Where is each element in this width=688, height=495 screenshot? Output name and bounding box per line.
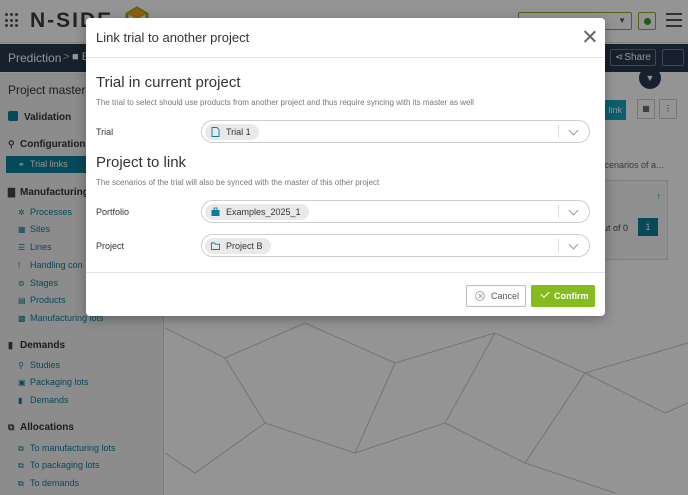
project-label: Project	[96, 241, 125, 251]
project-chip-label: Project B	[226, 241, 263, 251]
project-select[interactable]: Project B	[201, 234, 590, 257]
dialog-title: Link trial to another project	[96, 30, 250, 45]
cancel-label: Cancel	[491, 291, 520, 301]
file-icon	[211, 127, 220, 137]
confirm-button[interactable]: Confirm	[531, 285, 595, 307]
select-divider	[558, 239, 559, 252]
cancel-icon	[475, 291, 485, 301]
select-divider	[558, 205, 559, 218]
chevron-down-icon[interactable]	[568, 239, 579, 250]
section-title-trial: Trial in current project	[96, 74, 241, 91]
chevron-down-icon[interactable]	[568, 205, 579, 216]
check-icon	[540, 288, 550, 299]
cancel-button[interactable]: Cancel	[466, 285, 526, 307]
chevron-down-icon[interactable]	[568, 125, 579, 136]
briefcase-icon	[211, 207, 220, 216]
trial-chip-label: Trial 1	[226, 127, 251, 137]
trial-chip: Trial 1	[205, 124, 259, 140]
section-title-project: Project to link	[96, 154, 187, 171]
section-description-trial: The trial to select should use products …	[96, 98, 474, 107]
portfolio-select[interactable]: Examples_2025_1	[201, 200, 590, 223]
dialog-footer: Cancel Confirm	[86, 272, 605, 316]
select-divider	[558, 125, 559, 138]
section-description-project: The scenarios of the trial will also be …	[96, 178, 380, 187]
confirm-label: Confirm	[554, 291, 589, 301]
trial-label: Trial	[96, 127, 114, 137]
portfolio-label: Portfolio	[96, 207, 130, 217]
portfolio-chip-label: Examples_2025_1	[226, 207, 301, 217]
portfolio-chip: Examples_2025_1	[205, 204, 309, 220]
trial-select[interactable]: Trial 1	[201, 120, 590, 143]
folder-icon	[211, 242, 220, 250]
dialog-header: Link trial to another project	[86, 18, 605, 58]
link-trial-dialog: Link trial to another project Trial in c…	[86, 18, 605, 316]
project-chip: Project B	[205, 238, 271, 254]
close-icon[interactable]	[583, 30, 597, 44]
